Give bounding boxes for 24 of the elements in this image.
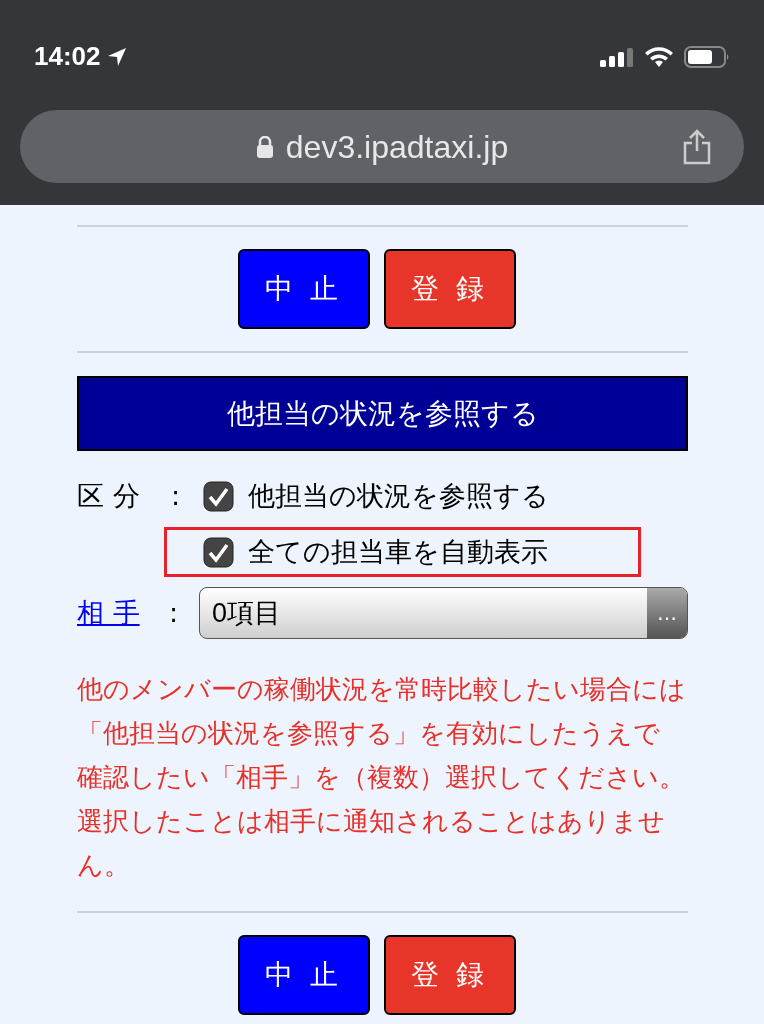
wifi-icon [644, 45, 674, 68]
checkbox-label: 他担当の状況を参照する [248, 478, 549, 513]
lock-icon [255, 135, 274, 158]
address-bar[interactable]: dev3.ipadtaxi.jp [20, 110, 744, 183]
section-header: 他担当の状況を参照する [77, 376, 688, 451]
location-arrow-icon [106, 46, 127, 67]
share-icon[interactable] [682, 128, 712, 165]
cancel-button[interactable]: 中 止 [237, 935, 370, 1015]
signal-icon [600, 46, 634, 67]
register-button[interactable]: 登 録 [383, 249, 516, 329]
checkbox-label: 全ての担当車を自動表示 [248, 534, 548, 569]
field-label: 区 分 [77, 478, 141, 513]
checkbox[interactable] [203, 536, 234, 568]
battery-icon [684, 45, 730, 68]
partner-link[interactable]: 相 手 [77, 592, 169, 634]
colon: : [169, 595, 180, 630]
partner-select[interactable]: 0項目 … [199, 587, 688, 639]
checkbox[interactable] [203, 480, 234, 512]
notice-text: 他のメンバーの稼働状況を常時比較したい場合には 「他担当の状況を参照する」を有効にしたうえで 確認したい「相手」を（複数）選択してください。 選択したことは相手に通知されることはありませ ん。 [77, 673, 687, 882]
colon: : [171, 478, 182, 513]
cancel-button[interactable]: 中 止 [237, 249, 370, 329]
status-time: 14:02 [34, 40, 101, 73]
url-text: dev3.ipadtaxi.jp [285, 127, 509, 167]
register-button[interactable]: 登 録 [383, 935, 516, 1015]
